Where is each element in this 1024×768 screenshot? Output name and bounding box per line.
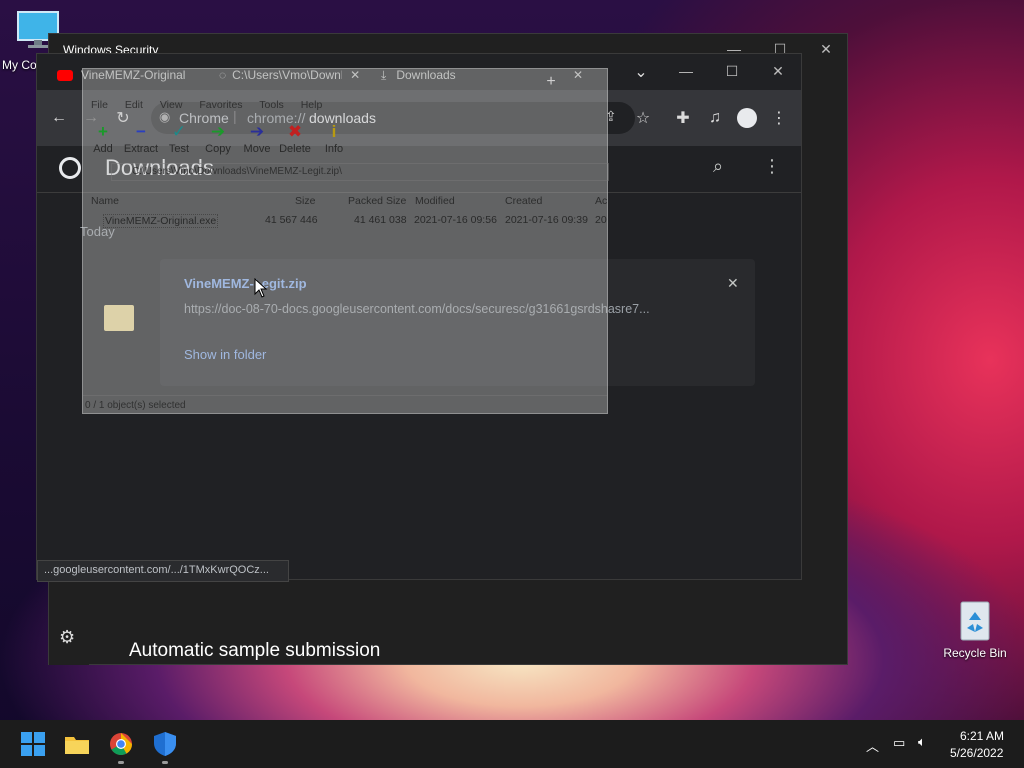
delete-x-icon: ✖ — [287, 122, 303, 141]
row-file-name[interactable]: VineMEMZ-Original.exe — [103, 214, 219, 228]
search-downloads-icon[interactable]: ⌕ — [713, 156, 723, 177]
clock-date[interactable]: 5/26/2022 — [950, 746, 1003, 760]
status-bar-url: ...googleusercontent.com/.../1TMxKwrQOCz… — [44, 564, 269, 576]
menu-tools[interactable]: Tools — [259, 99, 284, 111]
zip-extract-button[interactable]: − Extract — [121, 121, 161, 155]
bookmark-star-icon[interactable]: ☆ — [631, 106, 655, 130]
file-explorer-taskbar-button[interactable] — [63, 730, 91, 758]
zip-move-button[interactable]: ➔ Move — [237, 121, 277, 155]
zip-path-text: C:\Users\Vmo\Downloads\VineMEMZ-Legit.zi… — [132, 166, 342, 177]
col-packed-size[interactable]: Packed Size — [348, 195, 406, 207]
chrome-taskbar-button[interactable] — [107, 730, 135, 758]
row-modified: 2021-07-16 09:56 — [414, 214, 497, 226]
row-accessed: 20 — [595, 214, 607, 226]
chrome-maximize-button[interactable]: ☐ — [709, 56, 755, 86]
folder-icon — [65, 737, 89, 754]
info-i-icon: i — [331, 122, 337, 141]
zip-menu-bar: File Edit View Favorites Tools Help — [91, 99, 336, 111]
settings-gear-icon[interactable]: ⚙ — [59, 627, 75, 648]
zip-copy-button[interactable]: ➔ Copy — [198, 121, 238, 155]
security-running-indicator — [162, 761, 168, 764]
downloads-menu-kebab-icon[interactable]: ⋮ — [763, 156, 781, 177]
zip-path-bar[interactable]: C:\Users\Vmo\Downloads\VineMEMZ-Legit.zi… — [111, 163, 609, 181]
zip-status-text: 0 / 1 object(s) selected — [85, 400, 186, 411]
back-arrow-icon[interactable]: ← — [47, 106, 71, 130]
mouse-cursor-icon — [254, 278, 268, 298]
col-accessed[interactable]: Ac — [595, 195, 607, 207]
chrome-running-indicator — [118, 761, 124, 764]
chrome-logo-icon — [59, 157, 81, 179]
menu-edit[interactable]: Edit — [125, 99, 143, 111]
move-arrow-icon: ➔ — [249, 122, 265, 141]
windows-security-taskbar-button[interactable] — [151, 730, 179, 758]
menu-file[interactable]: File — [91, 99, 108, 111]
col-created[interactable]: Created — [505, 195, 542, 207]
start-button[interactable] — [19, 730, 47, 758]
zip-delete-button[interactable]: ✖ Delete — [275, 121, 315, 155]
test-check-icon: ✓ — [171, 122, 187, 141]
extract-minus-icon: − — [136, 122, 146, 141]
remove-download-close-icon[interactable]: ✕ — [727, 275, 739, 292]
automatic-sample-submission-heading: Automatic sample submission — [129, 640, 381, 661]
clock-time[interactable]: 6:21 AM — [960, 729, 1004, 743]
media-queue-icon[interactable]: ♫ — [703, 106, 727, 130]
zip-status-bar: 0 / 1 object(s) selected — [83, 395, 607, 414]
recycle-bin-icon — [960, 601, 990, 641]
menu-help[interactable]: Help — [301, 99, 323, 111]
col-name[interactable]: Name — [91, 195, 119, 207]
recycle-bin-label: Recycle Bin — [943, 646, 1007, 660]
network-icon[interactable]: ▭ — [893, 735, 905, 751]
seven-zip-window[interactable]: File Edit View Favorites Tools Help + Add… — [82, 68, 609, 414]
youtube-icon — [57, 69, 73, 81]
extensions-puzzle-icon[interactable]: ✚ — [671, 106, 695, 130]
chrome-close-button[interactable]: ✕ — [755, 56, 801, 86]
menu-view[interactable]: View — [160, 99, 183, 111]
show-hidden-icons-chevron-icon[interactable]: ︿ — [866, 736, 879, 755]
windows-logo-icon — [21, 732, 45, 756]
row-created: 2021-07-16 09:39 — [505, 214, 588, 226]
col-size[interactable]: Size — [295, 195, 315, 207]
link-status-bar: ...googleusercontent.com/.../1TMxKwrQOCz… — [37, 560, 289, 582]
zip-test-button[interactable]: ✓ Test — [159, 121, 199, 155]
col-modified[interactable]: Modified — [415, 195, 455, 207]
my-computer-label: My Co — [2, 58, 37, 72]
recycle-bin-desktop-icon[interactable]: Recycle Bin — [940, 598, 1010, 660]
shield-icon — [154, 732, 176, 756]
taskbar: ︿ ▭ 🔈︎ 6:21 AM 5/26/2022 — [0, 720, 1024, 768]
zip-info-button[interactable]: i Info — [314, 121, 354, 155]
chrome-minimize-button[interactable]: — — [663, 56, 709, 86]
profile-avatar-icon[interactable] — [735, 106, 759, 130]
tab-search-chevron-icon[interactable]: ⌄ — [629, 60, 653, 84]
security-sidebar: ⚙ — [49, 609, 89, 665]
row-packed-size: 41 461 038 — [354, 214, 407, 226]
copy-arrow-icon: ➔ — [210, 122, 226, 141]
zip-add-button[interactable]: + Add — [83, 121, 123, 155]
volume-icon[interactable]: 🔈︎ — [918, 734, 926, 750]
add-plus-icon: + — [98, 122, 108, 141]
row-size: 41 567 446 — [265, 214, 318, 226]
chrome-icon — [110, 733, 132, 755]
menu-favorites[interactable]: Favorites — [199, 99, 242, 111]
chrome-menu-kebab-icon[interactable]: ⋮ — [767, 106, 791, 130]
security-close-button[interactable]: ✕ — [803, 34, 849, 64]
